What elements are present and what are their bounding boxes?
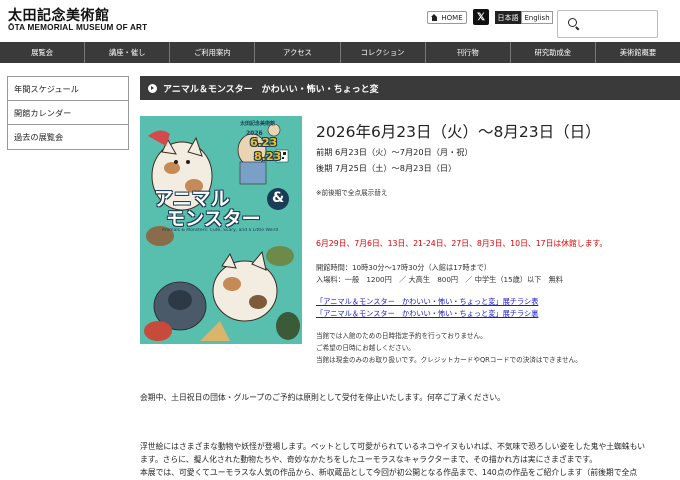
description-line-2: ます。さらに、擬人化された動物たちや、奇妙なかたちをしたユーモラスなキャラクター… [140,455,598,464]
home-icon [431,14,438,21]
flyer-front-link[interactable]: 「アニマル＆モンスター かわいい・怖い・ちょっと変」展チラシ表 [316,297,538,307]
main-nav: 展覧会 講座・催し ご利用案内 アクセス コレクション 刊行物 研究助成金 美術… [0,42,680,63]
flyer-back-link[interactable]: 「アニマル＆モンスター かわいい・怖い・ちょっと変」展チラシ裏 [316,309,538,319]
nav-item-publications[interactable]: 刊行物 [426,42,511,63]
site-header: 太田記念美術館 ŌTA MEMORIAL MUSEUM OF ART HOME … [0,0,680,42]
sidebar-item-past[interactable]: 過去の展覧会 [8,125,128,149]
nav-item-collection[interactable]: コレクション [341,42,426,63]
period-first: 前期 6月23日（火）〜7月20日（月・祝） [316,147,473,157]
poster-title-amp: & [272,190,285,206]
opening-hours: 開館時間：10時30分〜17時30分（入館は17時まで） [316,263,492,272]
poster-title-line2: モンスター [166,208,261,230]
lang-ja-button[interactable]: 日本語 [495,11,521,24]
home-button[interactable]: HOME [427,11,467,24]
note-display-change: ※前後期で全点展示替え [316,189,388,197]
sidebar-item-schedule[interactable]: 年間スケジュール [8,77,128,101]
search-icon[interactable] [568,18,580,30]
poster-date-end: 8.23 [254,150,282,163]
closed-days: 6月29日、7月6日、13日、21-24日、27日、8月3日、10日、17日は休… [316,239,608,248]
description-line-1: 浮世絵にはさまざまな動物や妖怪が登場します。ペットとして可愛がられているネコやイ… [140,442,646,451]
nav-item-access[interactable]: アクセス [255,42,341,63]
exhibition-title: アニマル＆モンスター かわいい・怖い・ちょっと変 [163,84,379,95]
notice-visit: ご希望の日時にお越しください。 [316,344,415,352]
search-input[interactable] [557,10,658,38]
sidebar-item-calendar[interactable]: 開館カレンダー [8,101,128,125]
poster-museum-name: 太田記念美術館 [240,121,276,127]
exhibition-dates: 2026年6月23日（火）〜8月23日（日） [316,123,601,141]
nav-item-visit[interactable]: ご利用案内 [170,42,256,63]
nav-item-grants[interactable]: 研究助成金 [511,42,596,63]
nav-item-events[interactable]: 講座・催し [85,42,171,63]
poster-subtitle-en: Animals & Monsters: Cute, Scary, and a L… [162,228,279,233]
circle-arrow-icon [148,83,157,93]
nav-item-about[interactable]: 美術館概要 [596,42,680,63]
period-second: 後期 7月25日（土）〜8月23日（日） [316,163,457,173]
site-logo[interactable]: 太田記念美術館 [8,5,110,25]
home-label: HOME [441,13,463,22]
exhibition-poster[interactable]: 太田記念美術館 2026 6.23 8.23 アニマル & モンスター Anim… [140,116,302,344]
group-reservation-notice: 会期中、土日祝日の団体・グループのご予約は原則として受付を停止いたします。何卒ご… [140,393,505,402]
poster-date-start: 6.23 [250,136,278,149]
notice-cash-only: 当館は現金のみのお取り扱いです。クレジットカードやQRコードでの決済はできません… [316,356,582,364]
admission-fee: 入場料：一般 1200円 ／ 大高生 800円 ／ 中学生（15歳）以下 無料 [316,275,563,284]
notice-no-reservation: 当館では入館のための日時指定予約を行っておりません。 [316,332,487,340]
exhibition-title-bar: アニマル＆モンスター かわいい・怖い・ちょっと変 [140,76,680,100]
x-twitter-icon[interactable]: 𝕏 [473,9,489,25]
sidebar: 年間スケジュール 開館カレンダー 過去の展覧会 [7,76,129,150]
site-logo-en[interactable]: ŌTA MEMORIAL MUSEUM OF ART [8,23,147,32]
description-line-3: 本展では、可愛くてユーモラスな人気の作品から、新収蔵品として今回が初公開となる作… [140,468,638,477]
lang-en-button[interactable]: English [521,11,553,24]
nav-item-exhibitions[interactable]: 展覧会 [0,42,86,63]
